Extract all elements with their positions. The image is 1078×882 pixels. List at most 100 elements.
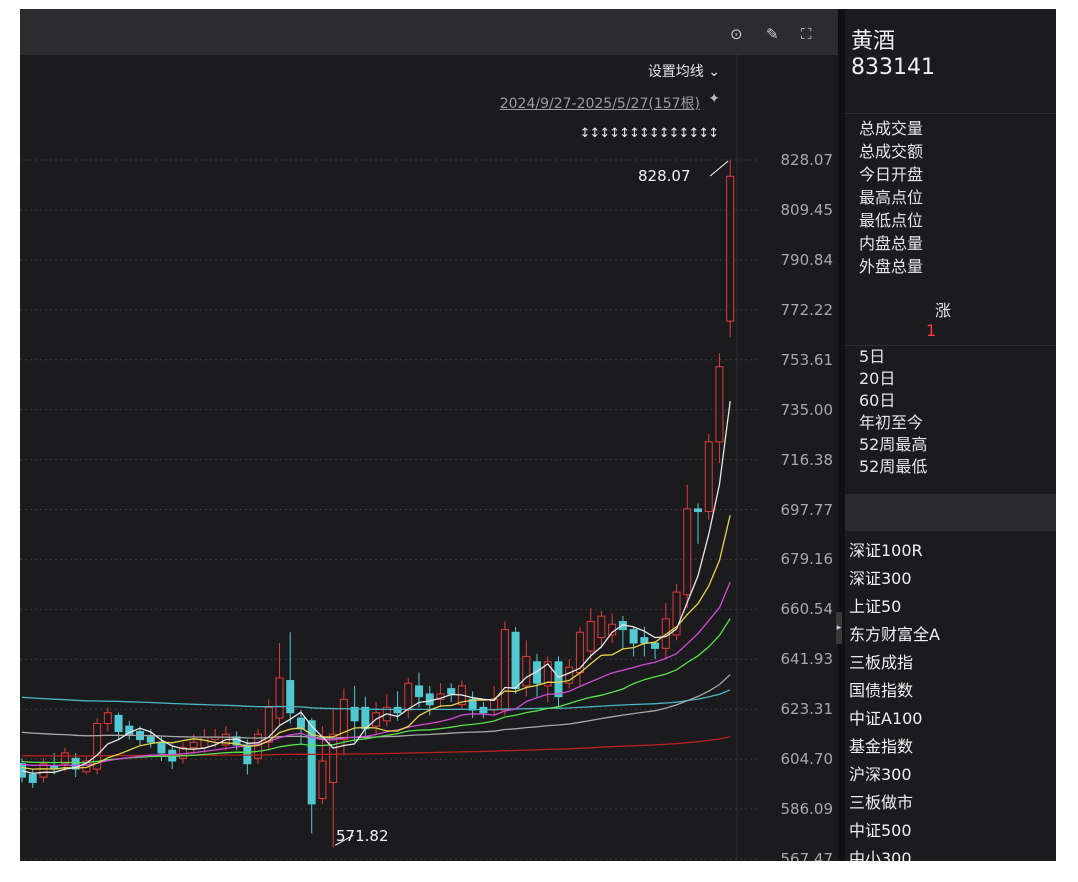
min-price-label: 571.82	[336, 827, 389, 845]
kline-chart-panel[interactable]: ⊙ ✎ ⛶ 设置均线 ⌄ 2024/9/27-2025/5/27(157根) ✦…	[20, 9, 838, 861]
stat-label: 总成交额	[859, 142, 924, 161]
candle-up	[522, 655, 531, 687]
candle-up	[318, 760, 327, 800]
max-price-label: 828.07	[638, 167, 691, 185]
candle-down	[361, 706, 370, 730]
y-tick-label: 604.70	[780, 750, 834, 769]
ma-setting-button[interactable]: 设置均线 ⌄	[648, 61, 720, 81]
candle-up	[329, 733, 338, 783]
performance-label: 60日	[859, 391, 896, 410]
date-range-link[interactable]: 2024/9/27-2025/5/27(157根)	[500, 93, 700, 113]
panel-divider	[838, 9, 845, 861]
candle-down	[286, 680, 295, 714]
y-tick-label: 679.16	[780, 550, 834, 569]
y-tick-label: 809.45	[780, 200, 834, 219]
index-item[interactable]: 中证500	[845, 817, 1056, 845]
index-item[interactable]: 中小300	[845, 845, 1056, 861]
candle-up	[404, 682, 413, 711]
candle-down	[511, 631, 520, 690]
stat-label: 内盘总量	[859, 234, 924, 253]
performance-label: 52周最低	[859, 457, 928, 476]
y-tick-label: 735.00	[780, 400, 834, 419]
candle-up	[704, 441, 713, 513]
index-item[interactable]: 上证50	[845, 593, 1056, 621]
section-band	[845, 494, 1056, 531]
index-item[interactable]: 基金指数	[845, 733, 1056, 761]
performance-label: 年初至今	[859, 413, 924, 432]
top-strip	[0, 0, 1078, 9]
stats-list: 总成交量总成交额今日开盘最高点位最低点位内盘总量外盘总量	[845, 117, 1056, 278]
performance-label: 20日	[859, 369, 896, 388]
y-tick-label: 828.07	[780, 151, 834, 169]
y-tick-label: 623.31	[780, 700, 834, 719]
candle-up	[586, 621, 595, 652]
candle-up	[726, 175, 735, 322]
candle-down	[28, 773, 37, 783]
performance-label: 52周最高	[859, 435, 928, 454]
ma250-line	[21, 735, 731, 757]
chevron-down-icon: ⌄	[708, 64, 720, 80]
performance-label: 5日	[859, 347, 886, 366]
candle-up	[189, 741, 198, 749]
collapse-handle[interactable]: ▸	[836, 612, 842, 644]
stock-header: 黄酒 833141	[845, 9, 1056, 114]
candle-down	[640, 637, 649, 644]
candle-up	[608, 623, 617, 636]
y-tick-label: 586.09	[780, 800, 834, 819]
candle-down	[425, 693, 434, 706]
performance-list: 5日 20日 60日年初至今 52周最高 52周最低	[845, 345, 1056, 478]
candle-down	[693, 508, 702, 513]
stock-name: 黄酒	[851, 29, 896, 54]
candle-up	[500, 629, 509, 711]
candle-down	[651, 642, 660, 649]
y-tick-label: 753.61	[780, 350, 834, 369]
y-tick-label: 697.77	[780, 500, 834, 519]
stat-label: 外盘总量	[859, 257, 924, 276]
ma-setting-label: 设置均线	[647, 64, 704, 80]
y-tick-label: 660.54	[780, 600, 834, 619]
bottom-strip	[0, 861, 1078, 882]
index-item[interactable]: 三板做市	[845, 789, 1056, 817]
index-list: 深证100R 深证300 上证50 东方财富全A 三板成指 国债指数 中证A100 基金指数沪…	[845, 537, 1056, 861]
max-arrow	[709, 160, 729, 177]
candle-down	[447, 688, 456, 695]
candle-up	[103, 712, 112, 724]
quote-side-panel: 黄酒 833141 总成交量总成交额今日开盘最高点位最低点位内盘总量外盘总量 涨…	[845, 9, 1056, 861]
stat-label: 今日开盘	[859, 165, 924, 184]
candle-down	[554, 661, 563, 698]
index-item[interactable]: 三板成指	[845, 649, 1056, 677]
candle-down	[114, 714, 123, 733]
index-item[interactable]: 深证100R	[845, 537, 1056, 565]
stock-code: 833141	[851, 55, 935, 80]
y-tick-label: 790.84	[780, 250, 834, 269]
candle-down	[243, 744, 252, 765]
stat-label: 最低点位	[859, 211, 924, 230]
candle-up	[683, 508, 692, 596]
ma30-line	[21, 618, 731, 764]
candle-down	[629, 629, 638, 644]
y-tick-label: 567.47	[780, 850, 834, 861]
signal-arrow-row: ↕↕↕↕↕↕↕↕↕↕↕↕↕↕	[579, 126, 719, 141]
pin-icon[interactable]: ✦	[708, 91, 720, 107]
y-tick-label: 641.93	[780, 650, 834, 669]
candle-up	[715, 366, 724, 443]
index-item[interactable]: 中证A100	[845, 705, 1056, 733]
rise-count: 1	[926, 321, 937, 340]
rise-label: 涨	[935, 301, 952, 320]
candle-down	[146, 736, 155, 743]
candle-up	[575, 631, 584, 674]
candle-down	[157, 741, 166, 754]
index-item[interactable]: 沪深300	[845, 761, 1056, 789]
stat-label: 总成交量	[859, 119, 924, 138]
app-window: ⊙ ✎ ⛶ 设置均线 ⌄ 2024/9/27-2025/5/27(157根) ✦…	[0, 0, 1078, 882]
candle-down	[415, 685, 424, 698]
candle-up	[597, 615, 606, 639]
y-tick-label: 772.22	[780, 300, 834, 319]
candle-up	[200, 736, 209, 749]
stat-label: 最高点位	[859, 188, 924, 207]
y-tick-label: 716.38	[780, 450, 834, 469]
index-item[interactable]: 国债指数	[845, 677, 1056, 705]
candle-up	[275, 677, 284, 719]
index-item[interactable]: 深证300	[845, 565, 1056, 593]
index-item[interactable]: 东方财富全A	[845, 621, 1056, 649]
